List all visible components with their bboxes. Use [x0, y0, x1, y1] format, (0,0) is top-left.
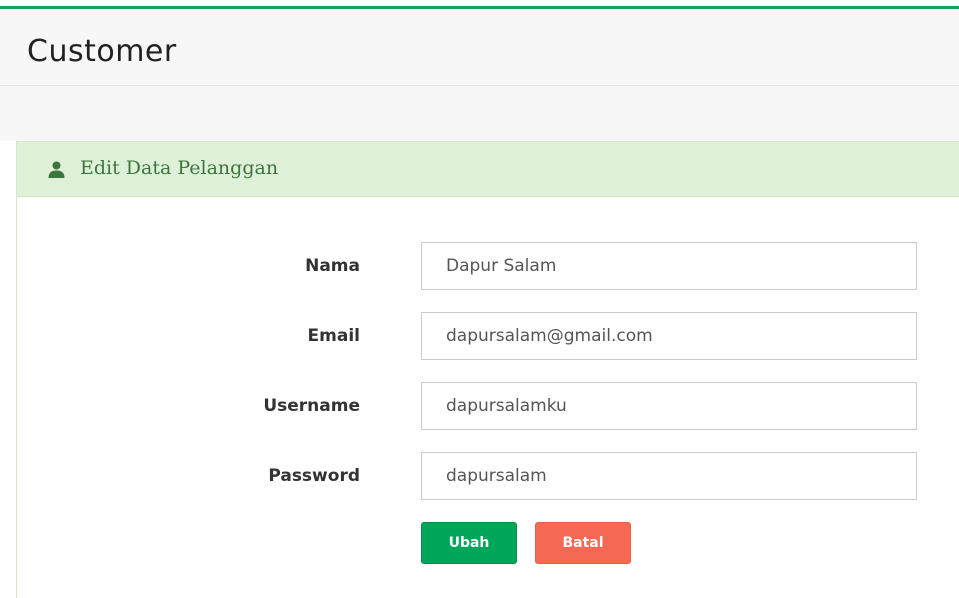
form-row-nama: Nama [17, 242, 959, 290]
ubah-button[interactable]: Ubah [421, 522, 517, 564]
page-title: Customer [27, 34, 177, 69]
edit-customer-panel: Edit Data Pelanggan Nama Email Username … [16, 141, 959, 598]
form-row-username: Username [17, 382, 959, 430]
password-input[interactable] [421, 452, 917, 500]
username-input[interactable] [421, 382, 917, 430]
panel-title: Edit Data Pelanggan [80, 157, 279, 179]
form-row-password: Password [17, 452, 959, 500]
username-label: Username [263, 396, 360, 416]
batal-button[interactable]: Batal [535, 522, 631, 564]
user-icon [48, 161, 65, 178]
email-label: Email [307, 326, 360, 346]
form-row-email: Email [17, 312, 959, 360]
content-header: Customer [0, 9, 959, 86]
panel-heading: Edit Data Pelanggan [17, 142, 959, 197]
password-label: Password [268, 466, 360, 486]
nama-input[interactable] [421, 242, 917, 290]
nama-label: Nama [305, 256, 360, 276]
email-input[interactable] [421, 312, 917, 360]
content-spacer [0, 86, 959, 141]
